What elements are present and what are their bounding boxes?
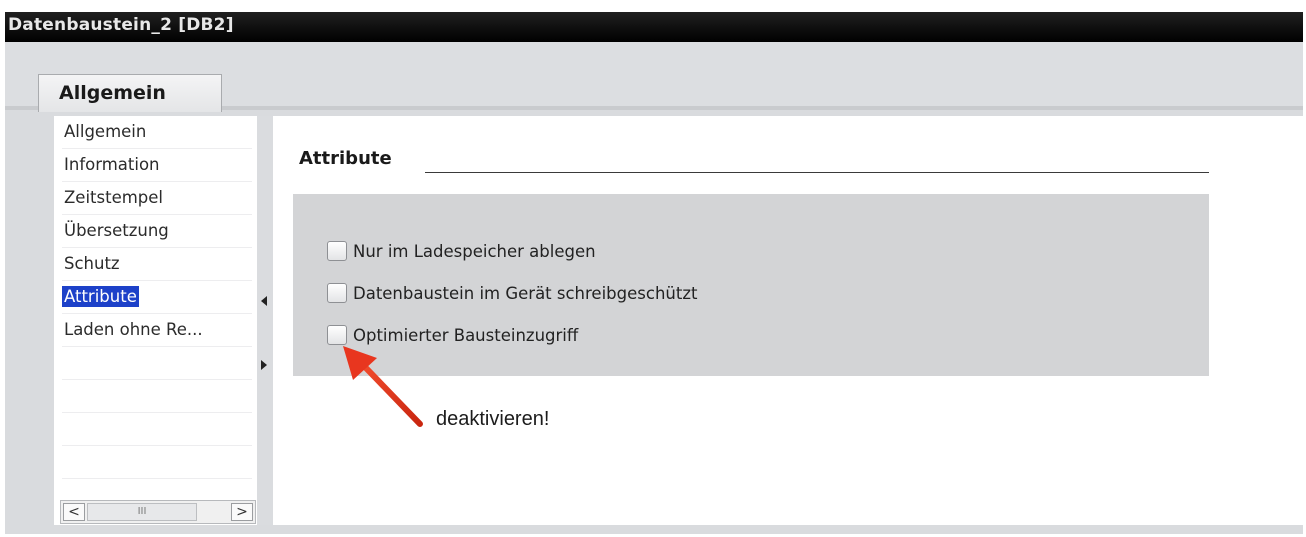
sidebar-empty-row: [62, 446, 252, 479]
checkbox-row-ladespeicher[interactable]: Nur im Ladespeicher ablegen: [327, 238, 596, 264]
sidebar-horizontal-scrollbar[interactable]: < III >: [60, 500, 256, 524]
properties-window: Datenbaustein_2 [DB2] Allgemein Allgemei…: [5, 12, 1303, 534]
panel-splitter[interactable]: [257, 116, 273, 525]
sidebar-item-attribute[interactable]: Attribute: [62, 281, 252, 314]
sidebar-item-uebersetzung[interactable]: Übersetzung: [62, 215, 252, 248]
sidebar-item-label: Allgemein: [64, 122, 147, 141]
sidebar-item-label: Zeitstempel: [64, 188, 164, 207]
expand-right-icon[interactable]: [261, 360, 267, 370]
scroll-right-button[interactable]: >: [231, 503, 253, 521]
sidebar-item-allgemein[interactable]: Allgemein: [62, 116, 252, 149]
tab-strip: Allgemein: [5, 42, 1303, 112]
sidebar-item-label: Laden ohne Re...: [64, 320, 203, 339]
sidebar-empty-row: [62, 413, 252, 446]
tab-label: Allgemein: [59, 82, 166, 104]
scroll-thumb[interactable]: III: [87, 503, 197, 521]
sidebar-item-label: Schutz: [64, 254, 120, 273]
section-title: Attribute: [299, 148, 392, 169]
annotation-text: deaktivieren!: [436, 408, 550, 430]
scroll-left-button[interactable]: <: [63, 503, 85, 521]
sidebar-item-label: Attribute: [62, 286, 139, 307]
checkbox-schreibgeschuetzt[interactable]: [327, 283, 347, 303]
tab-allgemein[interactable]: Allgemein: [38, 74, 222, 112]
title-bar: Datenbaustein_2 [DB2]: [5, 12, 1303, 42]
sidebar-nav: Allgemein Information Zeitstempel Überse…: [54, 116, 258, 525]
section-divider: [425, 172, 1209, 173]
annotation-arrow-shaft: [362, 364, 423, 427]
checkbox-row-schreibgeschuetzt[interactable]: Datenbaustein im Gerät schreibgeschützt: [327, 280, 697, 306]
content-area: Attribute Nur im Ladespeicher ablegen Da…: [273, 116, 1303, 525]
checkbox-ladespeicher[interactable]: [327, 241, 347, 261]
collapse-left-icon[interactable]: [261, 296, 267, 306]
annotation-arrow-icon: [343, 346, 423, 427]
checkbox-label: Datenbaustein im Gerät schreibgeschützt: [353, 283, 698, 303]
sidebar-empty-row: [62, 380, 252, 413]
sidebar-item-label: Information: [64, 155, 160, 174]
checkbox-label: Nur im Ladespeicher ablegen: [353, 241, 596, 261]
sidebar-empty-row: [62, 347, 252, 380]
window-title: Datenbaustein_2 [DB2]: [8, 15, 234, 35]
sidebar-item-information[interactable]: Information: [62, 149, 252, 182]
sidebar-item-schutz[interactable]: Schutz: [62, 248, 252, 281]
sidebar-item-laden-ohne-re[interactable]: Laden ohne Re...: [62, 314, 252, 347]
sidebar-item-zeitstempel[interactable]: Zeitstempel: [62, 182, 252, 215]
sidebar-item-label: Übersetzung: [64, 221, 169, 240]
